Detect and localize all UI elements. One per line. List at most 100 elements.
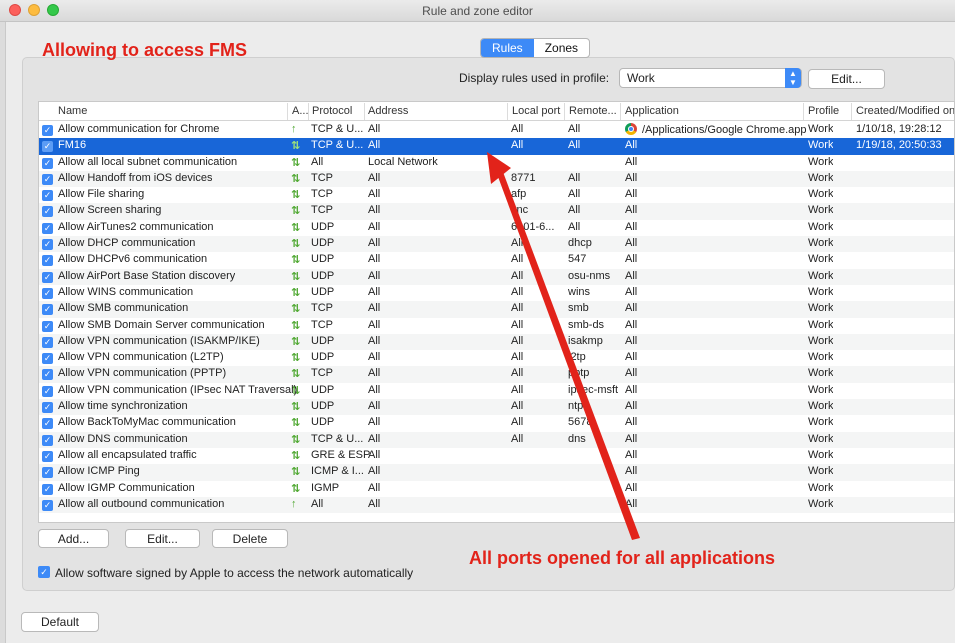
- default-button[interactable]: Default: [21, 612, 99, 632]
- profile-select[interactable]: Work ▲ ▼: [619, 68, 802, 88]
- cell-app: All: [625, 220, 638, 233]
- column-header-direction[interactable]: A...: [292, 105, 309, 117]
- column-header-address[interactable]: Address: [368, 105, 408, 117]
- rule-enabled-checkbox[interactable]: ✓: [42, 369, 53, 381]
- rule-enabled-checkbox[interactable]: ✓: [42, 402, 53, 414]
- table-row[interactable]: ✓ ⇅ Allow SMB Domain Server communication T…: [39, 318, 954, 334]
- bidirectional-arrow-icon: ⇅: [291, 335, 301, 348]
- rule-enabled-checkbox[interactable]: ✓: [42, 353, 53, 365]
- cell-name: Allow Handoff from iOS devices: [58, 171, 213, 184]
- rule-enabled-checkbox[interactable]: ✓: [42, 271, 53, 283]
- rule-enabled-checkbox[interactable]: ✓: [42, 173, 53, 185]
- bidirectional-arrow-icon: ⇅: [291, 319, 301, 332]
- column-header-local-port[interactable]: Local port: [512, 105, 560, 117]
- table-row[interactable]: ✓ ⇅ FM16 TCP & U... All All All All Work 1/19/18,…: [39, 138, 954, 155]
- rule-enabled-checkbox[interactable]: ✓: [42, 336, 53, 348]
- tab-rules[interactable]: Rules: [481, 39, 534, 57]
- bidirectional-arrow-icon: ⇅: [291, 189, 301, 202]
- rule-enabled-checkbox[interactable]: ✓: [42, 190, 53, 202]
- rule-enabled-checkbox[interactable]: ✓: [42, 222, 53, 234]
- table-row[interactable]: ✓ ⇅ Allow AirTunes2 communication UDP All 600…: [39, 220, 954, 236]
- column-header-remote-port[interactable]: Remote...: [569, 105, 617, 117]
- column-header-created[interactable]: Created/Modified on: [856, 105, 954, 117]
- rule-enabled-checkbox[interactable]: ✓: [42, 434, 53, 446]
- cell-remote: All: [568, 220, 581, 233]
- cell-name: Allow File sharing: [58, 188, 145, 201]
- cell-protocol: UDP: [311, 220, 335, 233]
- table-row[interactable]: ✓ ⇅ Allow all local subnet communication Al…: [39, 155, 954, 171]
- table-row[interactable]: ✓ ↑ Allow all outbound communication All All…: [39, 496, 954, 514]
- table-row[interactable]: ✓ ⇅ Allow WINS communication UDP All All wins A…: [39, 285, 954, 301]
- cell-remote: pptp: [568, 367, 590, 380]
- rule-enabled-checkbox[interactable]: ✓: [42, 287, 53, 299]
- cell-protocol: TCP: [311, 367, 333, 380]
- table-row[interactable]: ✓ ⇅ Allow DHCP communication UDP All All dhcp A…: [39, 236, 954, 253]
- rule-enabled-checkbox[interactable]: ✓: [42, 141, 53, 153]
- table-row[interactable]: ✓ ⇅ Allow VPN communication (ISAKMP/IKE) UD…: [39, 333, 954, 351]
- bidirectional-arrow-icon: ⇅: [291, 172, 301, 185]
- cell-protocol: IGMP: [311, 481, 340, 494]
- rule-enabled-checkbox[interactable]: ✓: [42, 450, 53, 462]
- column-header-profile[interactable]: Profile: [808, 105, 839, 117]
- table-row[interactable]: ✓ ⇅ Allow VPN communication (L2TP) UDP All Al…: [39, 350, 954, 366]
- cell-protocol: UDP: [311, 237, 335, 250]
- add-rule-button[interactable]: Add...: [38, 529, 109, 548]
- table-row[interactable]: ✓ ⇅ Allow DHCPv6 communication UDP All All 547…: [39, 252, 954, 268]
- cell-name: Allow VPN communication (PPTP): [58, 367, 227, 380]
- cell-name: Allow Screen sharing: [58, 204, 162, 217]
- table-row[interactable]: ✓ ⇅ Allow Handoff from iOS devices TCP All 87…: [39, 170, 954, 188]
- rule-enabled-checkbox[interactable]: ✓: [42, 239, 53, 251]
- rule-enabled-checkbox[interactable]: ✓: [42, 385, 53, 397]
- table-row[interactable]: ✓ ↑ Allow communication for Chrome TCP & U.…: [39, 122, 954, 138]
- table-row[interactable]: ✓ ⇅ Allow AirPort Base Station discovery UD…: [39, 268, 954, 285]
- cell-address: All: [368, 204, 381, 217]
- annotation-ports: All ports opened for all applications: [469, 548, 776, 568]
- edit-rule-button[interactable]: Edit...: [125, 529, 200, 548]
- rule-enabled-checkbox[interactable]: ✓: [42, 467, 53, 479]
- cell-address: All: [368, 171, 381, 184]
- rule-enabled-checkbox[interactable]: ✓: [42, 320, 53, 332]
- cell-remote: smb: [568, 302, 589, 315]
- cell-app: All: [625, 188, 638, 201]
- apple-signed-checkbox[interactable]: ✓: [38, 566, 50, 578]
- column-header-protocol[interactable]: Protocol: [312, 105, 352, 117]
- cell-remote: 547: [568, 253, 587, 266]
- cell-name: Allow VPN communication (IPsec NAT Trave…: [58, 383, 298, 396]
- table-row[interactable]: ✓ ⇅ Allow VPN communication (PPTP) TCP All Al…: [39, 366, 954, 383]
- rule-enabled-checkbox[interactable]: ✓: [42, 157, 53, 169]
- delete-rule-button[interactable]: Delete: [212, 529, 288, 548]
- window-title: Rule and zone editor: [422, 4, 533, 18]
- table-row[interactable]: ✓ ⇅ Allow Screen sharing TCP All vnc All All Wor…: [39, 203, 954, 220]
- table-row[interactable]: ✓ ⇅ Allow IGMP Communication IGMP All All Work: [39, 481, 954, 497]
- table-row[interactable]: ✓ ⇅ Allow all encapsulated traffic GRE & ES…: [39, 448, 954, 464]
- edit-profile-button[interactable]: Edit...: [808, 69, 885, 89]
- rule-enabled-checkbox[interactable]: ✓: [42, 499, 53, 511]
- cell-app: All: [625, 237, 638, 250]
- cell-profile: Work: [808, 481, 834, 494]
- table-row[interactable]: ✓ ⇅ Allow DNS communication TCP & U... All Al…: [39, 431, 954, 448]
- cell-local: All: [511, 285, 524, 298]
- rule-enabled-checkbox[interactable]: ✓: [42, 125, 53, 136]
- rule-enabled-checkbox[interactable]: ✓: [42, 483, 53, 495]
- table-row[interactable]: ✓ ⇅ Allow VPN communication (IPsec NAT Tra…: [39, 383, 954, 399]
- table-row[interactable]: ✓ ⇅ Allow File sharing TCP All afp All All Work: [39, 187, 954, 203]
- column-header-name[interactable]: Name: [58, 105, 87, 117]
- table-row[interactable]: ✓ ⇅ Allow SMB communication TCP All All smb All…: [39, 301, 954, 318]
- cell-app: All: [625, 497, 638, 510]
- table-row[interactable]: ✓ ⇅ Allow time synchronization UDP All All ntp…: [39, 399, 954, 416]
- table-row[interactable]: ✓ ⇅ Allow ICMP Ping ICMP & I... All All Work: [39, 464, 954, 481]
- column-header-application[interactable]: Application: [625, 105, 679, 117]
- rule-enabled-checkbox[interactable]: ✓: [42, 206, 53, 218]
- rule-enabled-checkbox[interactable]: ✓: [42, 418, 53, 430]
- profile-selected-value: Work: [627, 71, 655, 85]
- cell-remote: All: [568, 188, 581, 201]
- tab-zones[interactable]: Zones: [534, 39, 589, 57]
- rule-enabled-checkbox[interactable]: ✓: [42, 255, 53, 267]
- cell-app: All: [625, 171, 638, 184]
- cell-name: Allow AirTunes2 communication: [58, 220, 214, 233]
- rule-enabled-checkbox[interactable]: ✓: [42, 304, 53, 316]
- chrome-icon: [625, 123, 637, 135]
- cell-name: Allow IGMP Communication: [58, 481, 195, 494]
- table-row[interactable]: ✓ ⇅ Allow BackToMyMac communication UDP All A…: [39, 415, 954, 431]
- cell-address: All: [368, 302, 381, 315]
